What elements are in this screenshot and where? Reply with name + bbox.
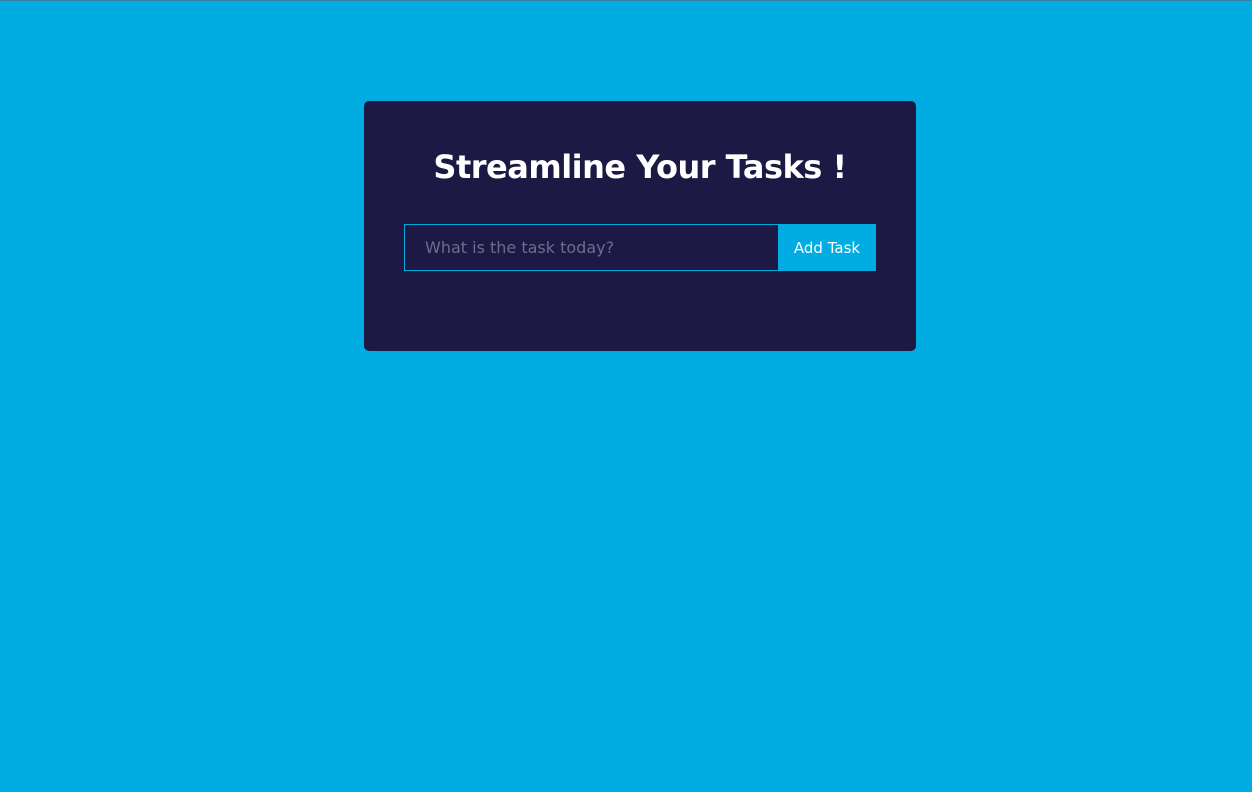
- todo-card: Streamline Your Tasks ! Add Task: [364, 101, 916, 351]
- task-input[interactable]: [404, 224, 778, 271]
- page-title: Streamline Your Tasks !: [433, 148, 847, 186]
- add-task-form: Add Task: [404, 224, 876, 271]
- add-task-button[interactable]: Add Task: [778, 224, 876, 271]
- page-background: { "colors": { "background": "#00ACE2", "…: [0, 0, 1252, 792]
